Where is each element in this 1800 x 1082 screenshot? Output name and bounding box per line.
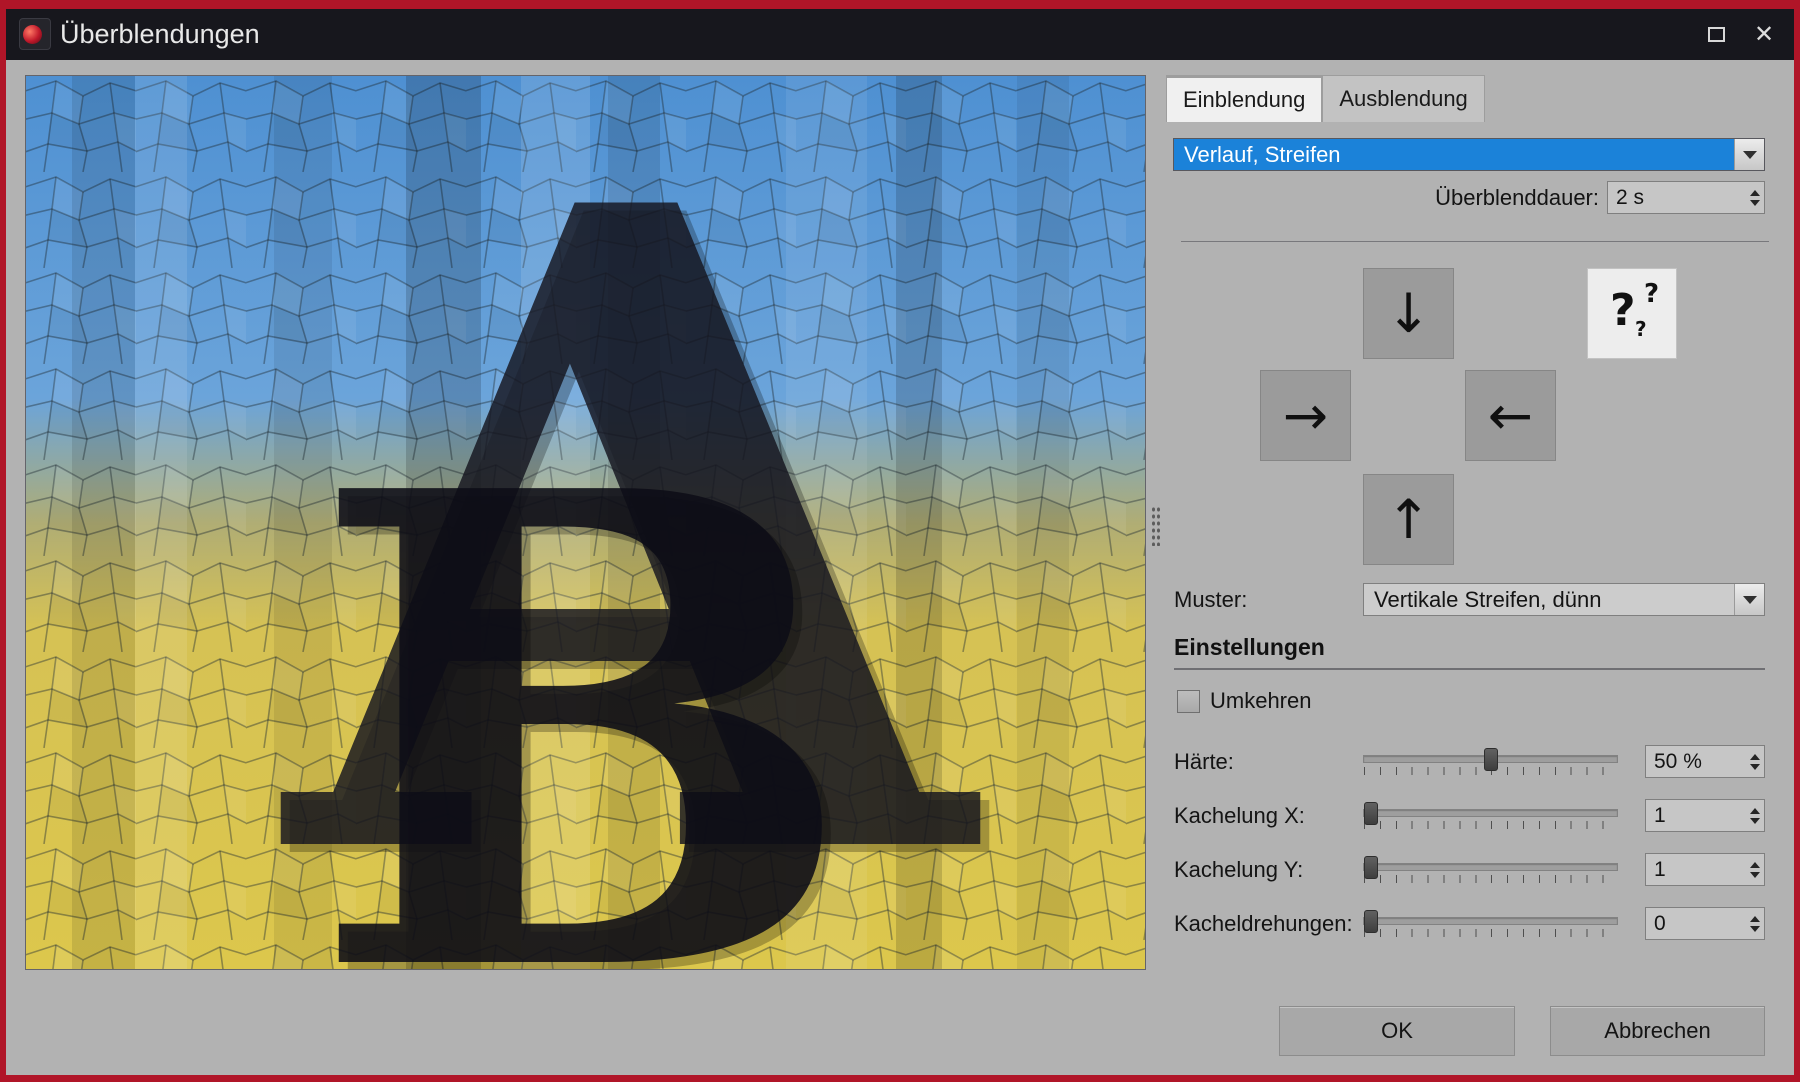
duration-spinner[interactable]	[1745, 182, 1764, 213]
haerte-row: Härte: 50 %	[6, 745, 1794, 779]
tab-ausblendung[interactable]: Ausblendung	[1322, 75, 1484, 122]
spin-down-icon[interactable]	[1750, 926, 1760, 932]
value-spinner[interactable]	[1745, 854, 1764, 885]
window-title: Überblendungen	[60, 9, 260, 60]
titlebar: Überblendungen ✕	[6, 9, 1794, 60]
maximize-icon	[1708, 27, 1725, 42]
muster-dropdown-button[interactable]	[1734, 584, 1764, 615]
slider-ticks	[1364, 821, 1618, 829]
slider-ticks	[1364, 875, 1618, 883]
direction-down-button[interactable]: ↓	[1363, 268, 1454, 359]
haerte-slider[interactable]	[1363, 745, 1618, 779]
kachelung-x-slider[interactable]	[1363, 799, 1618, 833]
slider-handle[interactable]	[1364, 910, 1378, 933]
slider-ticks	[1364, 929, 1618, 937]
settings-header: Einstellungen	[1174, 634, 1325, 661]
transition-type-dropdown-button[interactable]	[1734, 139, 1764, 170]
spin-down-icon[interactable]	[1750, 764, 1760, 770]
kachelung-x-spinbox[interactable]: 1	[1645, 799, 1765, 832]
kachelung-y-spinbox[interactable]: 1	[1645, 853, 1765, 886]
arrow-up-icon: ↑	[1386, 493, 1431, 547]
arrow-right-icon: →	[1283, 389, 1328, 443]
dialog-window: Überblendungen ✕	[6, 9, 1794, 1075]
slider-value: 0	[1646, 908, 1745, 939]
chevron-down-icon	[1743, 151, 1757, 159]
kachelung-x-row: Kachelung X: 1	[6, 799, 1794, 833]
tab-label: Einblendung	[1183, 87, 1305, 113]
direction-up-button[interactable]: ↑	[1363, 474, 1454, 565]
spin-up-icon[interactable]	[1750, 754, 1760, 760]
value-spinner[interactable]	[1745, 908, 1764, 939]
slider-track[interactable]	[1363, 917, 1618, 925]
value-spinner[interactable]	[1745, 746, 1764, 777]
slider-label: Kacheldrehungen:	[1174, 907, 1353, 941]
spin-up-icon[interactable]	[1750, 862, 1760, 868]
settings-rule	[1174, 668, 1765, 670]
duration-value: 2 s	[1608, 182, 1745, 213]
question-mark-icon: ?	[1610, 285, 1636, 336]
umkehren-label[interactable]: Umkehren	[1210, 688, 1311, 714]
slider-handle[interactable]	[1484, 748, 1498, 771]
tab-einblendung[interactable]: Einblendung	[1166, 75, 1322, 122]
camera-lens-icon	[23, 25, 42, 44]
spin-down-icon[interactable]	[1750, 872, 1760, 878]
app-icon	[19, 18, 51, 50]
question-mark-icon: ?	[1635, 317, 1647, 341]
slider-value: 50 %	[1646, 746, 1745, 777]
slider-value: 1	[1646, 854, 1745, 885]
arrow-down-icon: ↓	[1386, 287, 1431, 341]
chevron-down-icon	[1743, 596, 1757, 604]
cancel-button[interactable]: Abbrechen	[1550, 1006, 1765, 1056]
close-icon: ✕	[1754, 20, 1774, 49]
ok-button[interactable]: OK	[1279, 1006, 1515, 1056]
window-frame: Überblendungen ✕	[0, 0, 1800, 1082]
value-spinner[interactable]	[1745, 800, 1764, 831]
tab-bar: Einblendung Ausblendung	[1166, 75, 1485, 122]
haerte-spinbox[interactable]: 50 %	[1645, 745, 1765, 778]
close-button[interactable]: ✕	[1742, 9, 1786, 60]
slider-label: Härte:	[1174, 745, 1234, 779]
slider-handle[interactable]	[1364, 802, 1378, 825]
dialog-content: A A B B Einblendung Ausblendung Verlauf,…	[6, 60, 1794, 1075]
duration-spinbox[interactable]: 2 s	[1607, 181, 1765, 214]
kacheldrehungen-slider[interactable]	[1363, 907, 1618, 941]
slider-label: Kachelung X:	[1174, 799, 1305, 833]
muster-dropdown[interactable]: Vertikale Streifen, dünn	[1363, 583, 1765, 616]
muster-label: Muster:	[1174, 583, 1247, 616]
spin-down-icon[interactable]	[1750, 200, 1760, 206]
transition-preview: A A B B	[25, 75, 1146, 970]
question-mark-icon: ?	[1644, 279, 1659, 309]
random-direction-button[interactable]: ? ? ?	[1587, 268, 1677, 359]
kachelung-y-slider[interactable]	[1363, 853, 1618, 887]
transition-type-value: Verlauf, Streifen	[1174, 139, 1734, 170]
duration-label: Überblenddauer:	[1173, 181, 1599, 214]
tab-label: Ausblendung	[1339, 86, 1467, 112]
slider-handle[interactable]	[1364, 856, 1378, 879]
kacheldrehungen-spinbox[interactable]: 0	[1645, 907, 1765, 940]
spin-up-icon[interactable]	[1750, 808, 1760, 814]
arrow-left-icon: ←	[1488, 389, 1533, 443]
direction-right-button[interactable]: →	[1260, 370, 1351, 461]
spin-up-icon[interactable]	[1750, 916, 1760, 922]
direction-left-button[interactable]: ←	[1465, 370, 1556, 461]
slider-label: Kachelung Y:	[1174, 853, 1303, 887]
spin-down-icon[interactable]	[1750, 818, 1760, 824]
kachelung-y-row: Kachelung Y: 1	[6, 853, 1794, 887]
separator	[1181, 241, 1769, 242]
kacheldrehungen-row: Kacheldrehungen: 0	[6, 907, 1794, 941]
umkehren-checkbox[interactable]	[1177, 690, 1200, 713]
maximize-button[interactable]	[1694, 9, 1738, 60]
transition-type-dropdown[interactable]: Verlauf, Streifen	[1173, 138, 1765, 171]
spin-up-icon[interactable]	[1750, 190, 1760, 196]
muster-value: Vertikale Streifen, dünn	[1364, 584, 1734, 615]
slider-track[interactable]	[1363, 809, 1618, 817]
panel-grip[interactable]	[1151, 506, 1162, 546]
slider-track[interactable]	[1363, 863, 1618, 871]
slider-value: 1	[1646, 800, 1745, 831]
